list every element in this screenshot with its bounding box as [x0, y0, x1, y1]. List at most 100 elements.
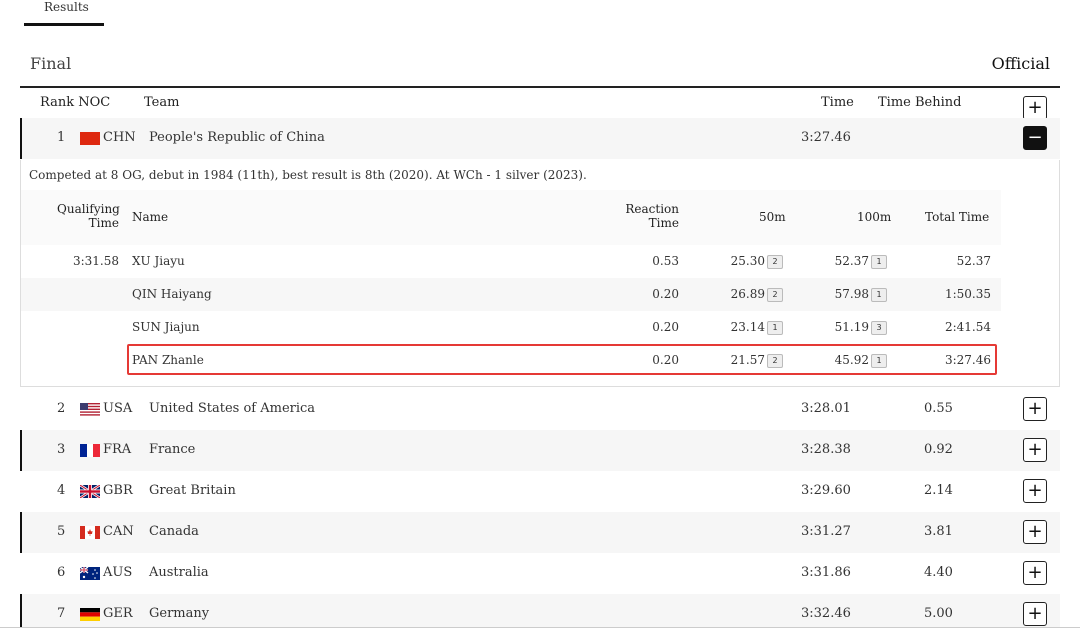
team-name: Germany [149, 606, 210, 621]
swimmer-name: XU Jiayu [132, 254, 185, 268]
rank: 5 [57, 524, 66, 539]
section-title: Final [30, 54, 72, 73]
table-row[interactable]: 2 USA United States of America 3:28.01 0… [20, 389, 1060, 430]
split-100m-value: 45.92 [834, 353, 869, 367]
rank: 3 [57, 442, 66, 457]
header-qualifying-line1: Qualifying [57, 202, 120, 216]
header-50m: 50m [759, 210, 786, 224]
usa-flag-icon [80, 403, 100, 416]
expand-row-button[interactable]: + [1023, 397, 1047, 421]
header-team: Team [144, 95, 180, 110]
team-bio: Competed at 8 OG, debut in 1984 (11th), … [29, 168, 587, 182]
swimmer-name: PAN Zhanle [132, 353, 204, 367]
table-row[interactable]: 1 CHN People's Republic of China 3:27.46… [20, 118, 1060, 159]
expand-all-button[interactable]: + [1023, 96, 1047, 120]
split-100m: 45.92 1 [815, 353, 887, 368]
split-50m-value: 25.30 [730, 254, 765, 268]
table-row[interactable]: 6 AUS Australia 3:31.86 4.40 + [20, 553, 1060, 594]
split-rank-badge: 1 [767, 320, 783, 335]
team-name: United States of America [149, 401, 316, 416]
rank: 4 [57, 483, 66, 498]
split-50m: 21.57 2 [711, 353, 783, 368]
germany-flag-icon [80, 608, 100, 621]
table-row[interactable]: 7 GER Germany 3:32.46 5.00 + [20, 594, 1060, 627]
collapse-row-button[interactable]: − [1023, 126, 1047, 150]
expand-row-button[interactable]: + [1023, 438, 1047, 462]
table-row[interactable]: 3 FRA France 3:28.38 0.92 + [20, 430, 1060, 471]
split-50m: 23.14 1 [711, 320, 783, 335]
row-indicator [20, 594, 22, 627]
team-time: 3:28.38 [801, 442, 851, 457]
swimmer-name: SUN Jiajun [132, 320, 200, 334]
split-rank-badge: 2 [767, 353, 783, 368]
split-100m: 57.98 1 [815, 287, 887, 302]
results-tab[interactable]: Results [24, 0, 104, 28]
total-time: 52.37 [956, 254, 991, 268]
canada-flag-icon [80, 526, 100, 539]
split-100m: 51.19 3 [815, 320, 887, 335]
split-rank-badge: 1 [871, 254, 887, 269]
table-header-row: Rank NOC Team Time Time Behind + [20, 88, 1060, 120]
noc-code: AUS [103, 565, 133, 580]
team-name: Great Britain [149, 483, 236, 498]
noc-code: CAN [103, 524, 134, 539]
noc-code: CHN [103, 130, 136, 145]
australia-flag-icon [80, 567, 100, 580]
noc-code: GBR [103, 483, 133, 498]
expand-row-button[interactable]: + [1023, 520, 1047, 544]
split-rank-badge: 2 [767, 287, 783, 302]
team-time: 3:31.86 [801, 565, 851, 580]
split-rank-badge: 3 [871, 320, 887, 335]
header-total-time: Total Time [925, 210, 990, 224]
total-time: 1:50.35 [944, 287, 991, 301]
row-indicator [20, 430, 22, 471]
table-row[interactable]: 4 GBR Great Britain 3:29.60 2.14 + [20, 471, 1060, 512]
france-flag-icon [80, 444, 100, 457]
team-time: 3:31.27 [801, 524, 851, 539]
team-name: France [149, 442, 196, 457]
swimmer-header-row: Qualifying Time Name Reaction Time 50m 1… [21, 190, 1001, 245]
noc-code: FRA [103, 442, 132, 457]
time-behind: 0.92 [924, 442, 953, 457]
time-behind: 4.40 [924, 565, 953, 580]
team-time: 3:29.60 [801, 483, 851, 498]
swimmer-row: SUN Jiajun 0.20 23.14 1 51.19 3 2:41.54 [21, 311, 1001, 344]
swimmer-row: 3:31.58 XU Jiayu 0.53 25.30 2 52.37 1 52.3… [21, 245, 1001, 278]
china-flag-icon [80, 132, 100, 145]
reaction-time: 0.20 [652, 353, 679, 367]
noc-code: GER [103, 606, 133, 621]
team-time: 3:32.46 [801, 606, 851, 621]
qualifying-time: 3:31.58 [72, 254, 119, 268]
team-detail-panel: Competed at 8 OG, debut in 1984 (11th), … [20, 160, 1060, 387]
official-status: Official [991, 54, 1050, 73]
rank: 1 [57, 130, 66, 145]
header-rank-noc: Rank NOC [40, 95, 111, 110]
split-50m-value: 21.57 [730, 353, 765, 367]
team-time: 3:27.46 [801, 130, 851, 145]
table-row[interactable]: 5 CAN Canada 3:31.27 3.81 + [20, 512, 1060, 553]
split-rank-badge: 1 [871, 353, 887, 368]
swimmer-row-highlighted: PAN Zhanle 0.20 21.57 2 45.92 1 3:27.46 [21, 344, 1001, 377]
bottom-rule [0, 627, 1080, 628]
time-behind: 5.00 [924, 606, 953, 621]
expand-row-button[interactable]: + [1023, 561, 1047, 585]
time-behind: 0.55 [924, 401, 953, 416]
rank: 6 [57, 565, 66, 580]
rank: 7 [57, 606, 66, 621]
total-time: 2:41.54 [944, 320, 991, 334]
header-100m: 100m [857, 210, 892, 224]
split-100m: 52.37 1 [815, 254, 887, 269]
team-name: Canada [149, 524, 199, 539]
time-behind: 2.14 [924, 483, 953, 498]
reaction-time: 0.53 [652, 254, 679, 268]
expand-row-button[interactable]: + [1023, 479, 1047, 503]
expand-row-button[interactable]: + [1023, 602, 1047, 626]
uk-flag-icon [80, 485, 100, 498]
header-time-behind: Time Behind [878, 95, 962, 110]
total-time: 3:27.46 [944, 353, 991, 367]
team-time: 3:28.01 [801, 401, 851, 416]
split-50m: 26.89 2 [711, 287, 783, 302]
team-name: People's Republic of China [149, 130, 325, 145]
split-100m-value: 51.19 [834, 320, 869, 334]
results-tab-label: Results [44, 0, 89, 14]
